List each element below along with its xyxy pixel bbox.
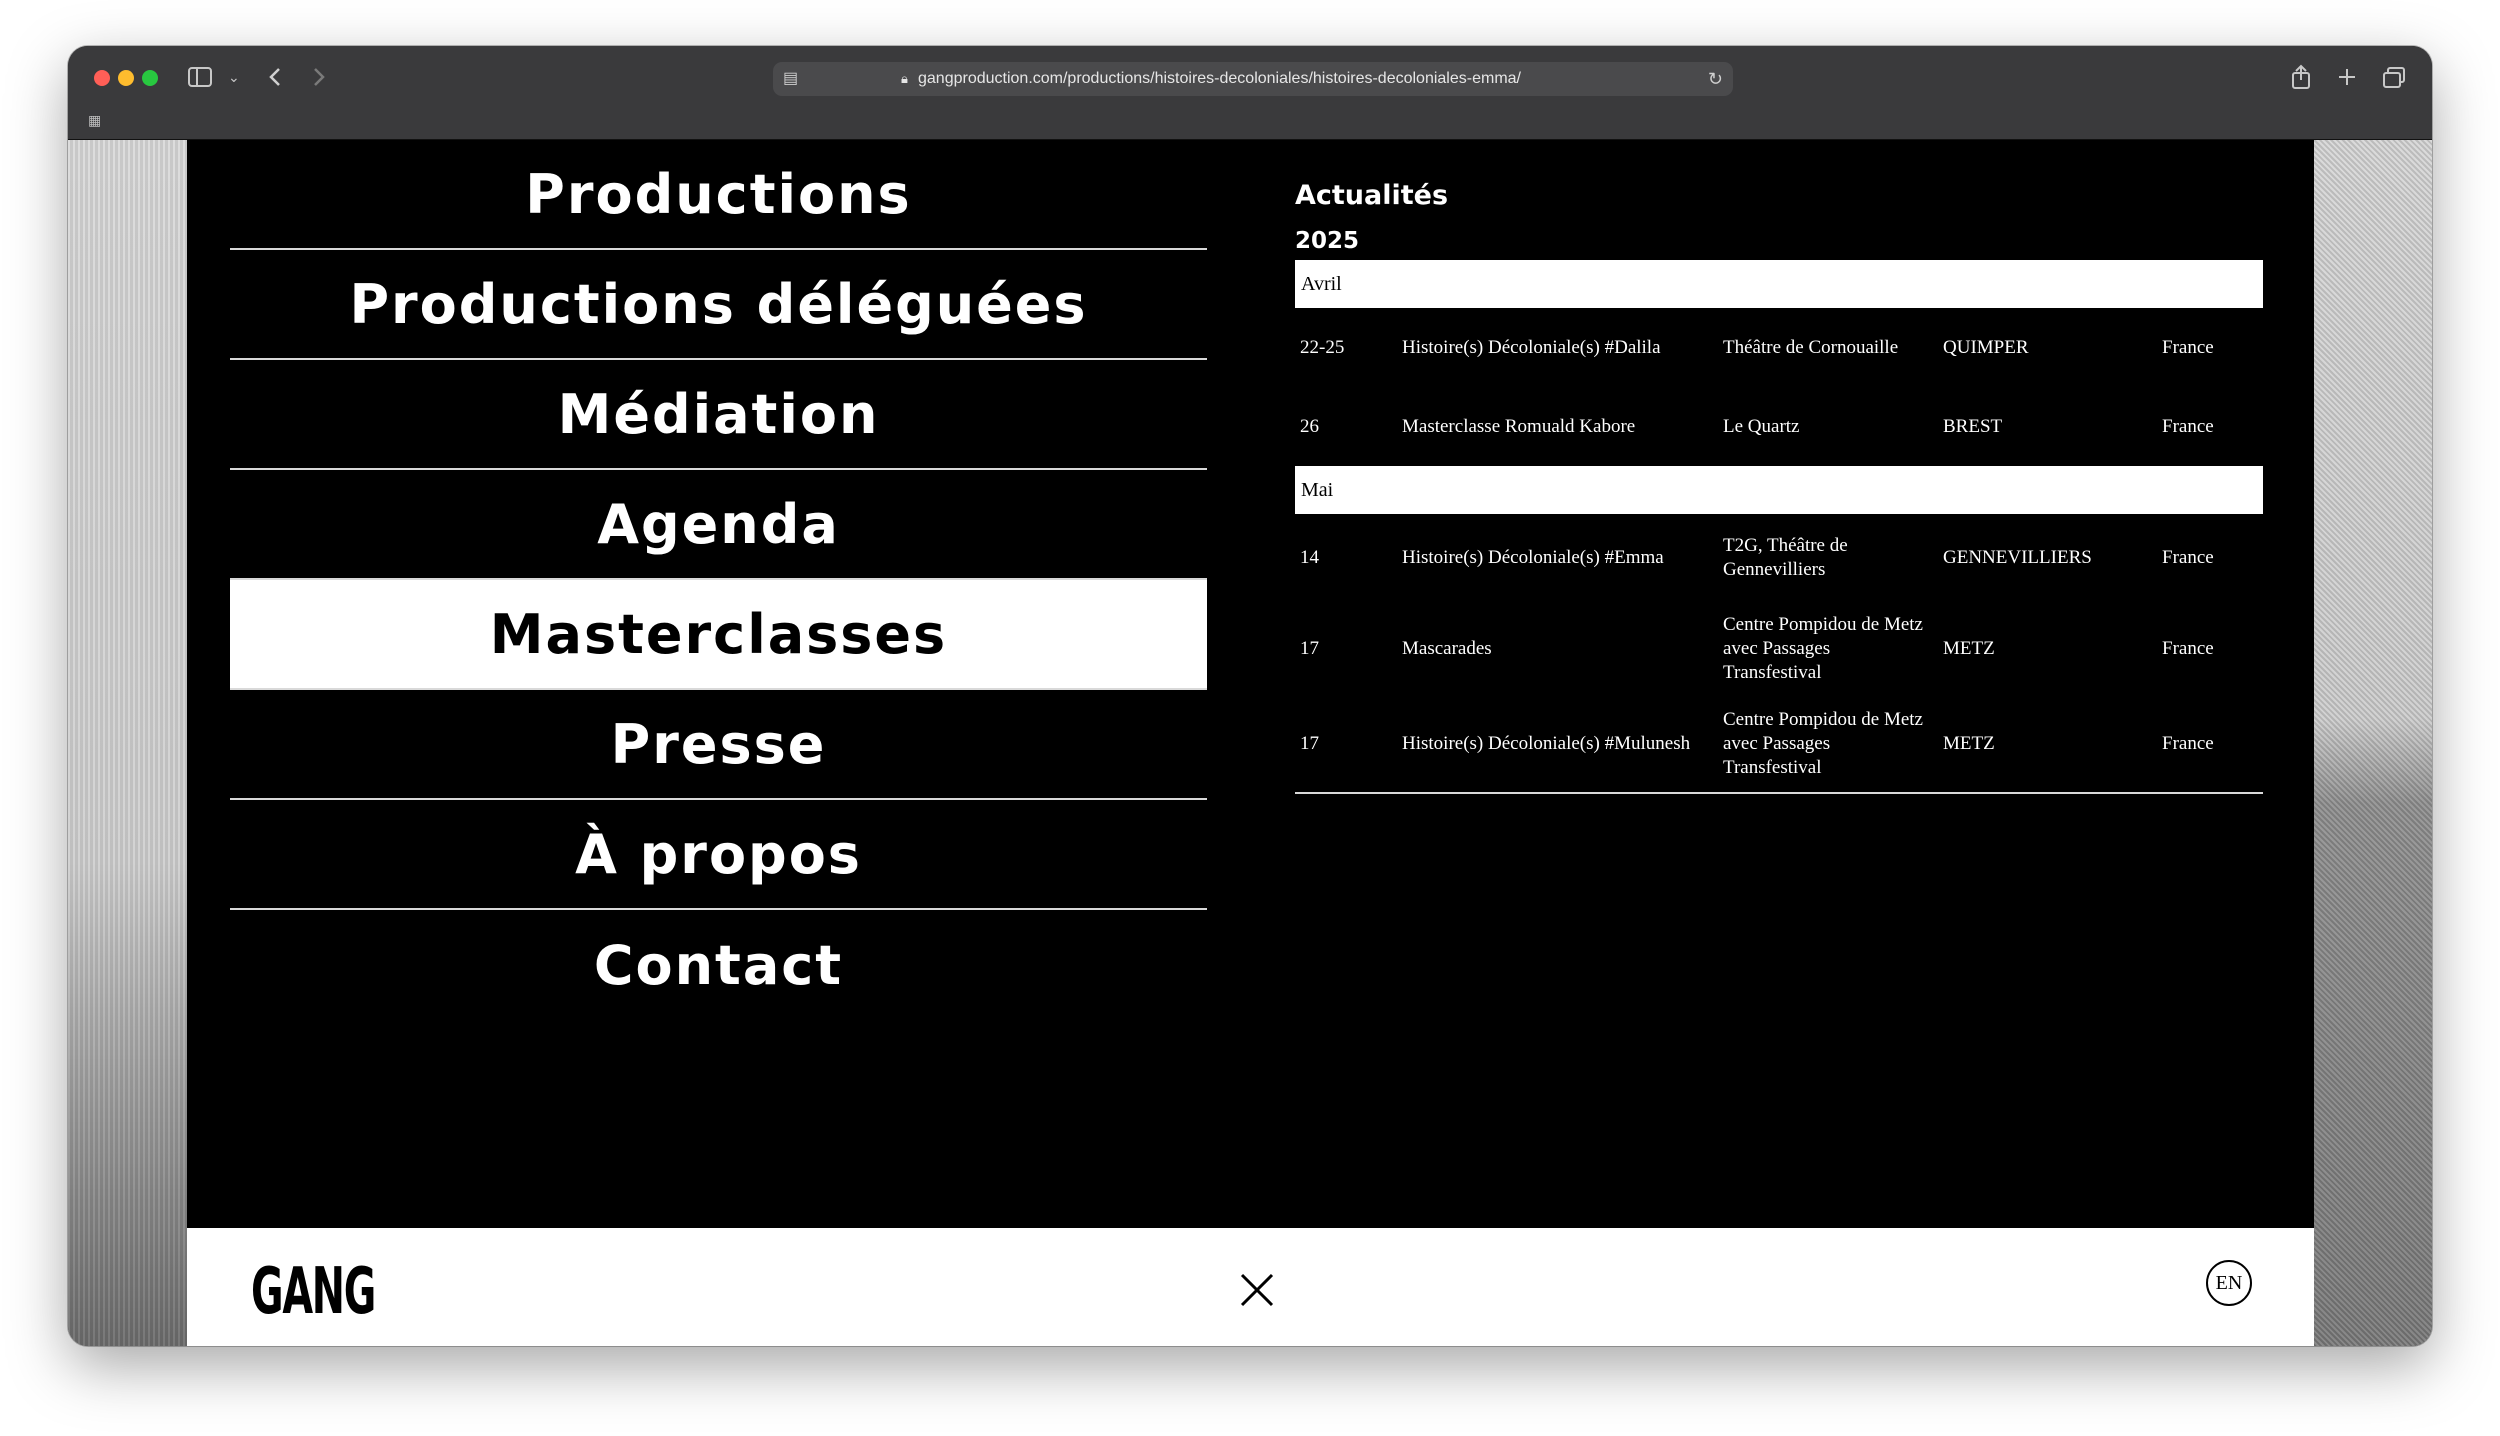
news-title: Actualités xyxy=(1295,180,1449,211)
event-row[interactable]: 17 Mascarades Centre Pompidou de Metz av… xyxy=(1295,602,2263,696)
reader-icon[interactable]: ▤ xyxy=(783,62,798,96)
event-date: 14 xyxy=(1300,547,1319,568)
menu-item-productions-deleguees[interactable]: Productions déléguées xyxy=(230,250,1207,360)
event-country: France xyxy=(2162,733,2214,754)
event-city: METZ xyxy=(1943,638,1995,659)
address-bar[interactable]: ▤ 🔒︎ gangproduction.com/productions/hist… xyxy=(773,62,1733,96)
event-country: France xyxy=(2162,638,2214,659)
menu-item-agenda[interactable]: Agenda xyxy=(230,470,1207,580)
browser-window: ⌄ ▤ 🔒︎ gangproduction.com/productions/hi… xyxy=(68,46,2432,1346)
event-title: Histoire(s) Décoloniale(s) #Dalila xyxy=(1402,337,1661,358)
event-row[interactable]: 14 Histoire(s) Décoloniale(s) #Emma T2G,… xyxy=(1295,514,2263,602)
sidebar-icon[interactable] xyxy=(188,67,212,91)
close-menu-button[interactable] xyxy=(1237,1270,1277,1310)
event-country: France xyxy=(2162,416,2214,437)
event-venue: Centre Pompidou de Metz avec Passages Tr… xyxy=(1723,614,1923,683)
event-row[interactable]: 26 Masterclasse Romuald Kabore Le Quartz… xyxy=(1295,388,2263,466)
language-switch-button[interactable]: EN xyxy=(2206,1260,2252,1306)
reload-icon[interactable]: ↻ xyxy=(1708,62,1723,96)
news-year: 2025 xyxy=(1295,228,1360,254)
news-divider xyxy=(1295,792,2263,794)
event-row[interactable]: 17 Histoire(s) Décoloniale(s) #Mulunesh … xyxy=(1295,696,2263,792)
month-header: Mai xyxy=(1295,466,2263,514)
news-panel: Actualités 2025 Avril 22-25 Histoire(s) … xyxy=(1295,180,2263,794)
event-date: 17 xyxy=(1300,733,1319,754)
event-title: Masterclasse Romuald Kabore xyxy=(1402,416,1636,437)
event-venue: Le Quartz xyxy=(1723,416,1800,437)
event-row[interactable]: 22-25 Histoire(s) Décoloniale(s) #Dalila… xyxy=(1295,308,2263,388)
browser-toolbar: ⌄ ▤ 🔒︎ gangproduction.com/productions/hi… xyxy=(68,46,2432,140)
event-date: 17 xyxy=(1300,638,1319,659)
close-icon xyxy=(1240,1273,1274,1307)
share-icon[interactable] xyxy=(2290,64,2312,94)
plus-icon[interactable] xyxy=(2336,66,2358,92)
event-title: Histoire(s) Décoloniale(s) #Emma xyxy=(1402,547,1664,568)
tab-grid-icon[interactable]: ▦ xyxy=(88,112,101,129)
main-menu: Productions Productions déléguées Médiat… xyxy=(230,140,1207,1020)
event-date: 22-25 xyxy=(1300,337,1345,358)
close-window-button[interactable] xyxy=(94,70,110,86)
event-venue: T2G, Théâtre de Gennevilliers xyxy=(1723,535,1848,580)
zoom-window-button[interactable] xyxy=(142,70,158,86)
lock-icon: 🔒︎ xyxy=(901,71,908,86)
menu-item-contact[interactable]: Contact xyxy=(230,910,1207,1020)
event-venue: Théâtre de Cornouaille xyxy=(1723,337,1899,358)
event-date: 26 xyxy=(1300,416,1319,437)
event-city: BREST xyxy=(1943,416,2003,437)
menu-item-productions[interactable]: Productions xyxy=(230,140,1207,250)
gang-logo[interactable]: GANG xyxy=(251,1260,376,1324)
menu-item-masterclasses[interactable]: Masterclasses xyxy=(230,580,1207,690)
url-text: gangproduction.com/productions/histoires… xyxy=(918,70,1521,87)
month-header: Avril xyxy=(1295,260,2263,308)
event-city: METZ xyxy=(1943,733,1995,754)
event-title: Mascarades xyxy=(1402,638,1492,659)
menu-footer: GANG EN xyxy=(187,1228,2314,1346)
page-viewport: Productions Productions déléguées Médiat… xyxy=(68,140,2432,1346)
tabs-overview-icon[interactable] xyxy=(2382,66,2406,94)
minimize-window-button[interactable] xyxy=(118,70,134,86)
menu-item-presse[interactable]: Presse xyxy=(230,690,1207,800)
navigation-overlay: Productions Productions déléguées Médiat… xyxy=(187,140,2314,1346)
background-image-right xyxy=(2314,140,2432,1346)
background-image-left xyxy=(68,140,187,1346)
menu-item-mediation[interactable]: Médiation xyxy=(230,360,1207,470)
event-country: France xyxy=(2162,337,2214,358)
event-venue: Centre Pompidou de Metz avec Passages Tr… xyxy=(1723,709,1923,778)
chevron-down-icon[interactable]: ⌄ xyxy=(228,66,240,88)
event-title: Histoire(s) Décoloniale(s) #Mulunesh xyxy=(1402,733,1691,754)
event-country: France xyxy=(2162,547,2214,568)
chevron-right-icon[interactable] xyxy=(312,66,326,92)
menu-item-a-propos[interactable]: À propos xyxy=(230,800,1207,910)
event-city: QUIMPER xyxy=(1943,337,2029,358)
chevron-left-icon[interactable] xyxy=(268,66,282,92)
event-city: GENNEVILLIERS xyxy=(1943,547,2092,568)
